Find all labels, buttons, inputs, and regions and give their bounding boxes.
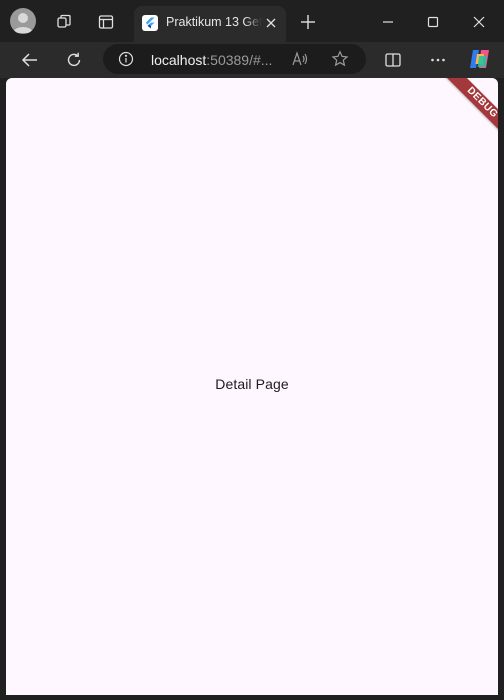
url-path: :50389/#... [206, 52, 273, 68]
more-icon[interactable] [424, 46, 452, 74]
address-bar[interactable]: localhost:50389/#... [103, 44, 366, 74]
toolbar: localhost:50389/#... [0, 42, 504, 78]
copilot-icon[interactable] [468, 47, 492, 71]
plus-icon[interactable] [294, 8, 322, 36]
url-host: localhost [151, 52, 207, 68]
debug-banner: DEBUG [440, 78, 498, 145]
split-screen-icon[interactable] [379, 46, 407, 74]
read-aloud-icon[interactable] [292, 51, 310, 67]
back-arrow-icon[interactable] [16, 46, 44, 74]
tab-title: Praktikum 13 GetX [166, 15, 262, 29]
minimize-icon[interactable] [374, 8, 402, 36]
active-tab[interactable]: Praktikum 13 GetX [134, 6, 286, 42]
close-window-icon[interactable] [465, 8, 493, 36]
star-icon[interactable] [331, 50, 349, 68]
info-icon[interactable] [118, 51, 134, 67]
workspaces-icon[interactable] [50, 8, 78, 36]
close-icon[interactable] [262, 14, 280, 32]
page-title: Detail Page [215, 376, 289, 392]
maximize-icon[interactable] [419, 8, 447, 36]
tab-actions-icon[interactable] [92, 8, 120, 36]
tab-strip: Praktikum 13 GetX [0, 0, 504, 42]
flutter-favicon-icon [142, 15, 158, 31]
refresh-icon[interactable] [60, 46, 88, 74]
browser-window: Praktikum 13 GetX localhost:50389/#... D… [0, 0, 504, 700]
page-viewport: Detail Page DEBUG [6, 78, 498, 695]
url-text: localhost:50389/#... [151, 52, 272, 68]
profile-avatar-icon[interactable] [10, 8, 36, 34]
